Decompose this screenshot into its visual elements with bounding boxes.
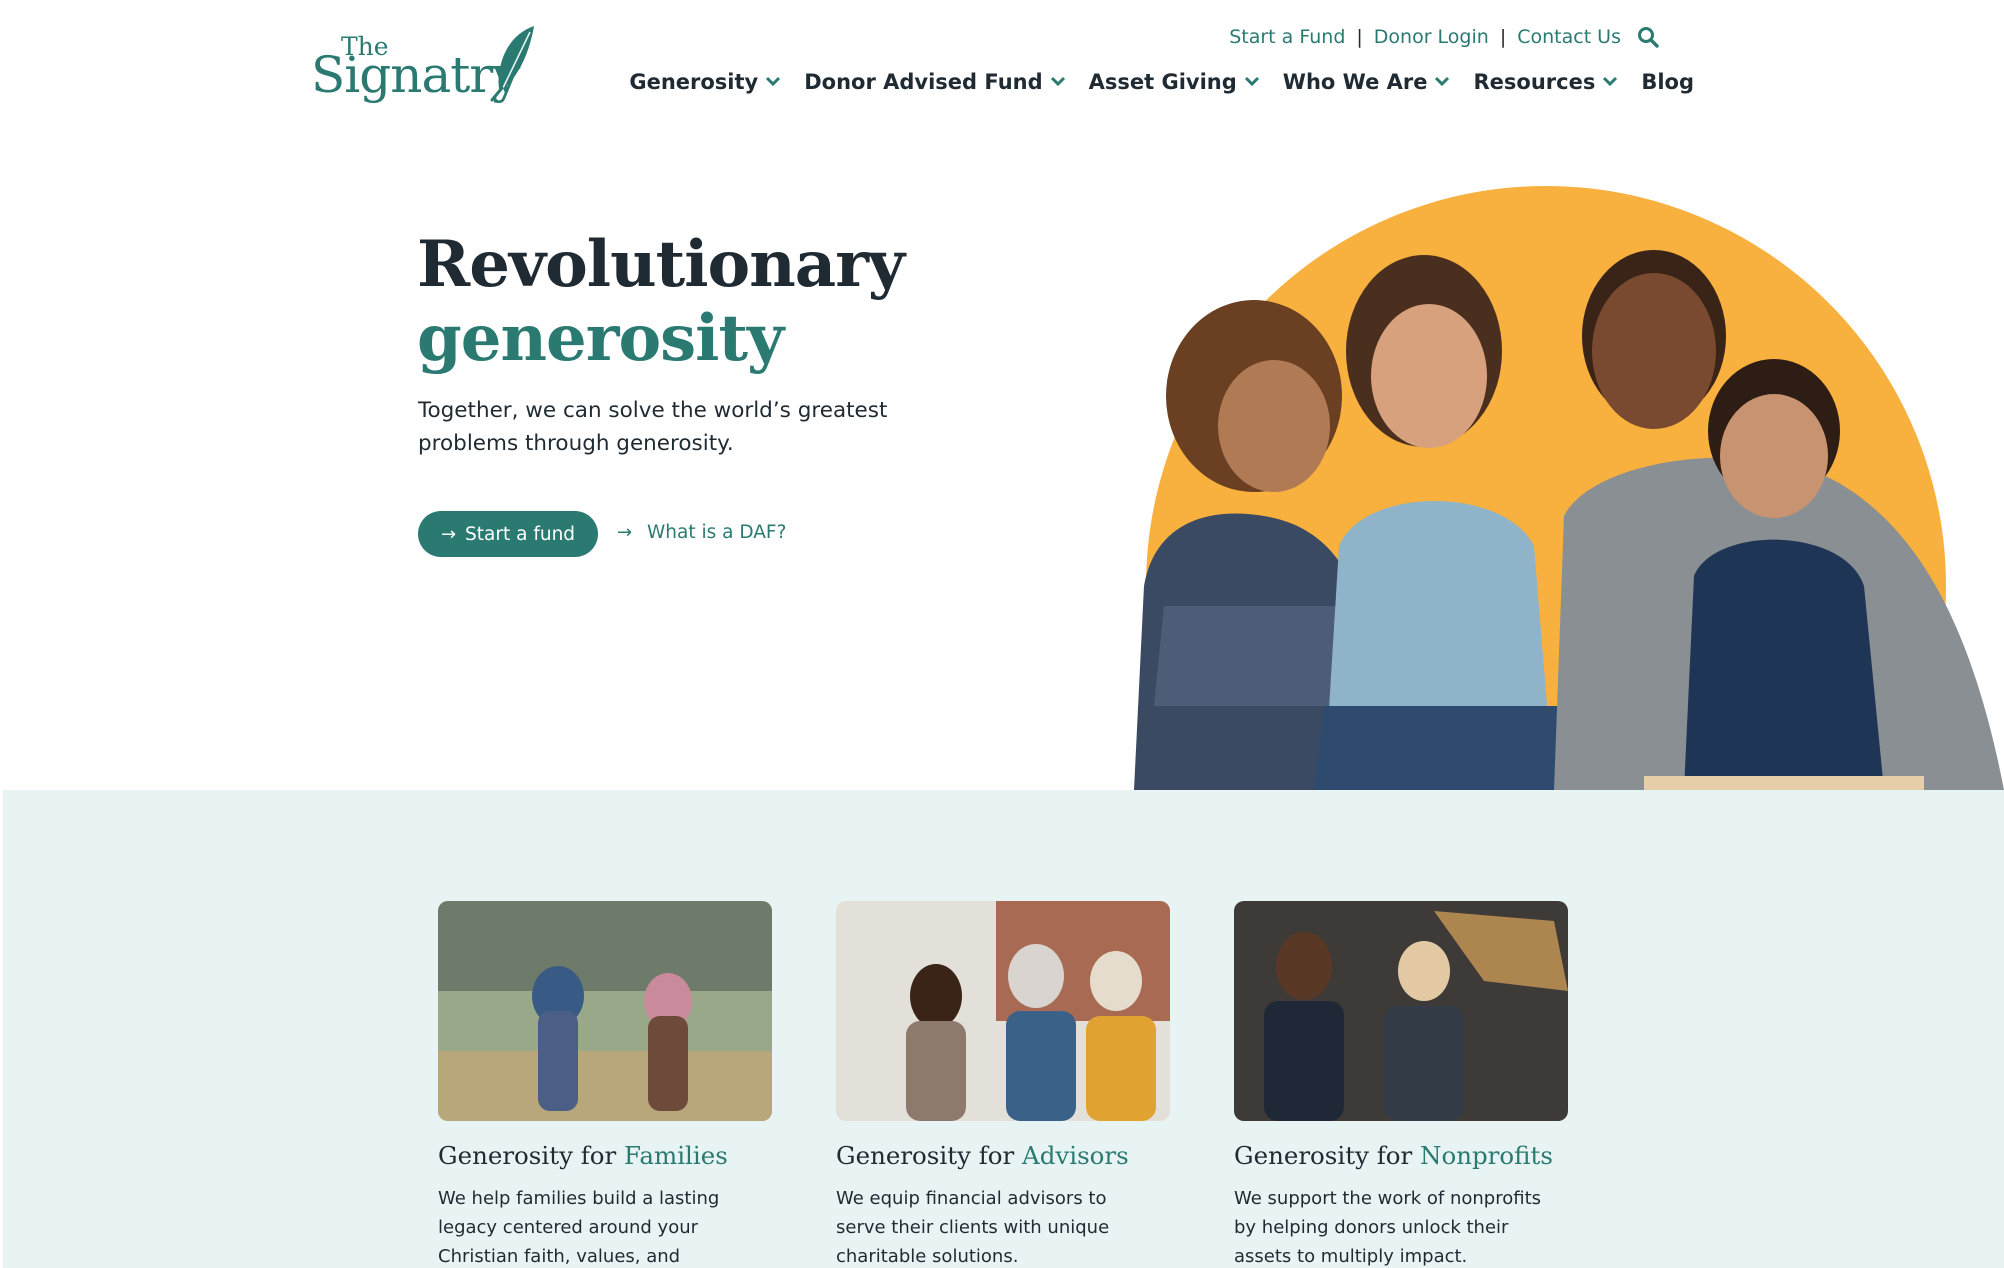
nav-item-generosity[interactable]: Generosity: [629, 70, 781, 94]
nav-item-asset-giving[interactable]: Asset Giving: [1089, 70, 1260, 94]
nav-item-label: Asset Giving: [1088, 70, 1237, 94]
card-title-prefix: Generosity for: [438, 1141, 617, 1170]
card-families-description: We help families build a lasting legacy …: [438, 1188, 720, 1267]
main-nav: Generosity Donor Advised Fund Asset Givi…: [629, 70, 1694, 94]
card-families[interactable]: Generosity for Families We help families…: [438, 901, 772, 1268]
card-title-prefix: Generosity for: [1234, 1141, 1413, 1170]
chevron-down-icon: [1050, 76, 1065, 87]
card-nonprofits-description: We support the work of nonprofits by hel…: [1234, 1188, 1542, 1267]
card-title-accent: Nonprofits: [1420, 1141, 1553, 1170]
hero-family-photo: [1124, 186, 2004, 790]
card-advisors[interactable]: Generosity for Advisors We equip financi…: [836, 901, 1170, 1268]
contact-us-link[interactable]: Contact Us: [1517, 26, 1621, 48]
card-families-title: Generosity for Families: [438, 1141, 772, 1170]
nav-separator: |: [1356, 26, 1363, 48]
nav-separator: |: [1499, 26, 1507, 48]
advisors-photo: [836, 901, 1170, 1121]
arrow-right-icon: →: [617, 522, 633, 543]
card-families-image: [438, 901, 772, 1121]
card-nonprofits-image: [1234, 901, 1568, 1121]
nav-item-label: Resources: [1473, 70, 1596, 94]
chevron-down-icon: [1603, 76, 1618, 87]
family-illustration: [1134, 250, 2004, 790]
nav-item-label: Who We Are: [1282, 70, 1428, 94]
chevron-down-icon: [1435, 76, 1450, 87]
utility-nav: Start a Fund | Donor Login | Contact Us: [1229, 26, 1659, 48]
search-icon[interactable]: [1637, 26, 1659, 48]
nav-item-label: Blog: [1641, 70, 1694, 94]
nav-item-who-we-are[interactable]: Who We Are: [1283, 70, 1451, 94]
nonprofits-photo: [1234, 901, 1568, 1121]
card-nonprofits-title: Generosity for Nonprofits: [1234, 1141, 1568, 1170]
nav-item-label: Generosity: [629, 70, 759, 94]
card-title-accent: Families: [624, 1141, 728, 1170]
arrow-right-icon: →: [440, 523, 457, 545]
hero-title: Revolutionary generosity: [417, 227, 905, 376]
nav-item-donor-advised-fund[interactable]: Donor Advised Fund: [804, 70, 1065, 94]
card-advisors-title: Generosity for Advisors: [836, 1141, 1170, 1170]
start-a-fund-button-label: Start a fund: [465, 523, 576, 545]
what-is-a-daf-label: What is a DAF?: [646, 522, 787, 543]
nav-item-label: Donor Advised Fund: [804, 70, 1043, 94]
card-title-prefix: Generosity for: [836, 1141, 1015, 1170]
start-a-fund-button[interactable]: → Start a fund: [418, 511, 598, 557]
chevron-down-icon: [766, 76, 781, 87]
donor-login-link[interactable]: Donor Login: [1374, 26, 1489, 48]
families-photo: [438, 901, 772, 1121]
nav-item-resources[interactable]: Resources: [1473, 70, 1618, 94]
card-advisors-image: [836, 901, 1170, 1121]
start-a-fund-link[interactable]: Start a Fund: [1229, 26, 1345, 48]
hero-title-line1: Revolutionary: [417, 227, 905, 302]
what-is-a-daf-link[interactable]: → What is a DAF?: [617, 522, 786, 543]
hero-subtitle: Together, we can solve the world’s great…: [418, 398, 888, 456]
nav-item-blog[interactable]: Blog: [1641, 70, 1694, 94]
site-logo[interactable]: The Signatry: [311, 24, 537, 104]
feather-icon: [490, 26, 534, 102]
card-nonprofits[interactable]: Generosity for Nonprofits We support the…: [1234, 901, 1568, 1268]
hero-title-line2: generosity: [417, 301, 784, 376]
card-advisors-description: We equip financial advisors to serve the…: [836, 1188, 1110, 1267]
card-title-accent: Advisors: [1022, 1141, 1129, 1170]
chevron-down-icon: [1244, 76, 1259, 87]
